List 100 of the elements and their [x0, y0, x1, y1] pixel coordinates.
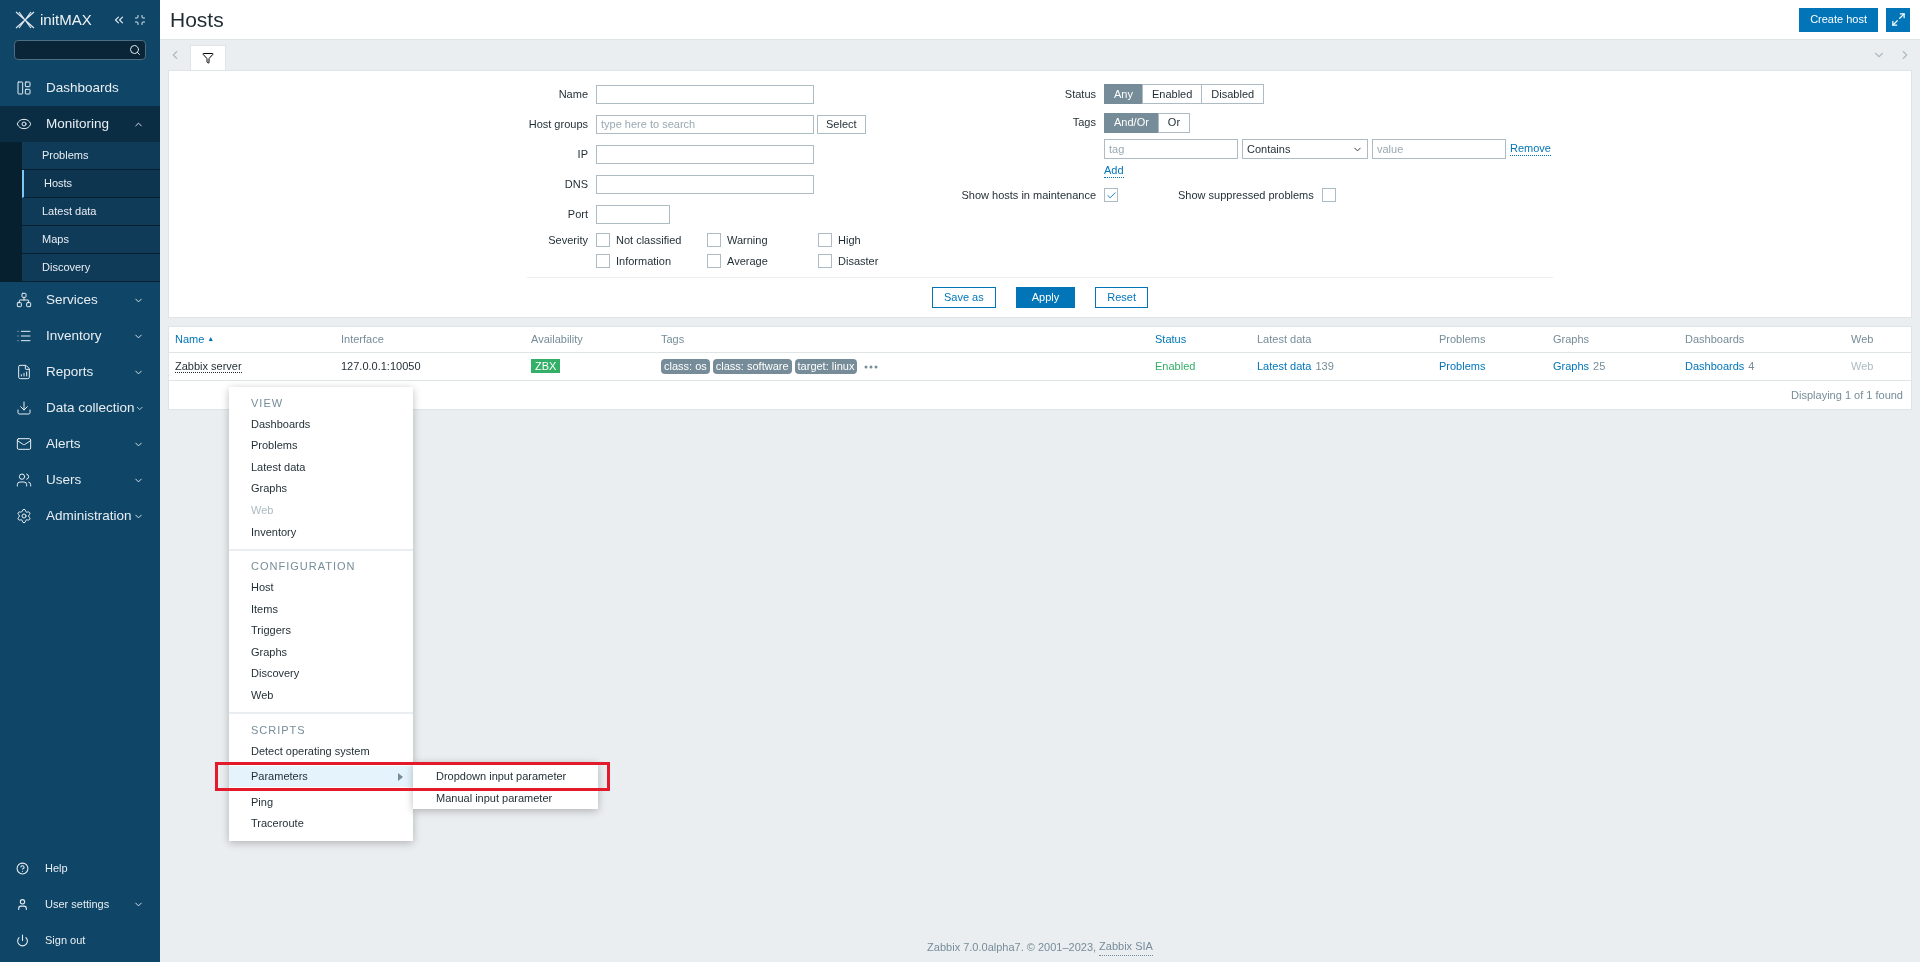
filter-icon	[202, 52, 214, 64]
dashboard-icon	[16, 80, 32, 96]
availability-badge: ZBX	[531, 359, 561, 374]
field-label: Tags	[1071, 115, 1097, 131]
user-icon	[16, 897, 29, 911]
submenu-item[interactable]: Discovery	[22, 254, 160, 282]
check-icon	[1105, 189, 1117, 201]
menu-item[interactable]: Parameters	[229, 765, 413, 788]
fullscreen-icon	[1890, 12, 1906, 27]
nav-item[interactable]: Monitoring	[0, 106, 160, 142]
checkbox[interactable]	[707, 233, 721, 248]
table-link[interactable]: Problems	[1439, 360, 1486, 373]
menu-item[interactable]: Host	[229, 576, 413, 599]
help-icon	[16, 861, 29, 875]
submenu-item[interactable]: Maps	[22, 226, 160, 254]
paging-text: Displaying 1 of 1 found	[1791, 387, 1903, 403]
filter-button[interactable]: Reset	[1095, 287, 1148, 308]
segment-button[interactable]: Disabled	[1201, 84, 1265, 104]
column-header: Problems	[1439, 332, 1486, 348]
nav-item[interactable]: Sign out	[0, 922, 160, 958]
checkbox[interactable]	[1104, 188, 1118, 202]
menu-item[interactable]: Discovery	[229, 662, 413, 685]
fullscreen-button[interactable]	[1886, 7, 1910, 32]
nav-item[interactable]: Services	[0, 282, 160, 318]
field-label: Name	[557, 86, 589, 102]
menu-item[interactable]: Latest data	[229, 456, 413, 478]
column-header: Graphs	[1553, 332, 1590, 348]
mail-icon	[16, 436, 32, 452]
tag-chip: class: software	[712, 359, 792, 374]
checkbox[interactable]	[818, 233, 832, 248]
column-header: Dashboards	[1685, 332, 1745, 348]
host-link[interactable]: Zabbix server	[175, 360, 242, 374]
input-field[interactable]	[596, 174, 814, 194]
menu-item[interactable]: Detect operating system	[229, 740, 413, 762]
input-field[interactable]	[596, 204, 670, 224]
input-field[interactable]	[596, 144, 814, 164]
segment-button[interactable]: Enabled	[1141, 84, 1203, 104]
condition-dropdown[interactable]: Contains	[1242, 139, 1368, 159]
nav-item[interactable]: Data collection	[0, 390, 160, 426]
column-header: Interface	[341, 332, 384, 348]
table-link[interactable]: Graphs	[1553, 358, 1590, 375]
menu-item[interactable]: Problems	[229, 434, 413, 457]
nav-item[interactable]: Administration	[0, 498, 160, 534]
column-header[interactable]: Status	[1155, 331, 1187, 348]
count-text: 25	[1593, 359, 1606, 375]
menu-item[interactable]: Traceroute	[229, 812, 413, 835]
input-field[interactable]	[596, 84, 814, 104]
kiosk-icon[interactable]	[134, 14, 146, 26]
download-icon	[16, 400, 32, 416]
nav-item[interactable]: Dashboards	[0, 70, 160, 106]
checkbox[interactable]	[818, 253, 832, 268]
menu-item[interactable]: Items	[229, 598, 413, 620]
menu-item[interactable]: Manual input parameter	[413, 787, 598, 809]
report-icon	[16, 364, 32, 380]
menu-item[interactable]: Graphs	[229, 641, 413, 663]
menu-item[interactable]: Graphs	[229, 477, 413, 500]
checkbox[interactable]	[596, 233, 610, 248]
count-text: 4	[1748, 359, 1755, 375]
remove-link[interactable]: Remove	[1510, 142, 1551, 156]
nav-item[interactable]: Help	[0, 850, 160, 886]
checkbox[interactable]	[707, 253, 721, 268]
settings-icon	[16, 508, 32, 524]
column-header: Latest data	[1257, 332, 1312, 348]
table-cell: 127.0.0.1:10050	[341, 360, 421, 373]
menu-item[interactable]: Ping	[229, 791, 413, 813]
field-label: Host groups	[527, 116, 589, 132]
nav-item[interactable]: Alerts	[0, 426, 160, 462]
create-host-button[interactable]: Create host	[1799, 7, 1878, 32]
select-button[interactable]: Select	[817, 114, 866, 134]
submenu-item[interactable]: Latest data	[22, 198, 160, 226]
filter-button[interactable]: Apply	[1015, 287, 1076, 308]
menu-item[interactable]: Web	[229, 684, 413, 707]
add-link[interactable]: Add	[1104, 164, 1124, 178]
checkbox[interactable]	[1321, 188, 1336, 202]
nav-item[interactable]: Inventory	[0, 318, 160, 354]
filter-tab[interactable]	[190, 45, 226, 70]
search-icon	[129, 44, 141, 56]
nav-item[interactable]: User settings	[0, 886, 160, 922]
column-header[interactable]: Name	[175, 331, 205, 348]
table-link[interactable]: Dashboards	[1685, 358, 1745, 375]
table-link[interactable]: Latest data	[1257, 358, 1312, 375]
column-header: Tags	[661, 332, 685, 348]
menu-item[interactable]: Inventory	[229, 520, 413, 543]
checkbox[interactable]	[596, 253, 610, 268]
nav-item[interactable]: Reports	[0, 354, 160, 390]
collapse-icon[interactable]	[112, 13, 126, 27]
power-icon	[16, 933, 29, 947]
segment-button[interactable]: Or	[1157, 112, 1191, 133]
nav-item[interactable]: Users	[0, 462, 160, 498]
menu-section-title: SCRIPTS	[250, 722, 307, 738]
field-label: Port	[566, 206, 589, 222]
submenu-item[interactable]: Problems	[22, 142, 160, 170]
menu-item[interactable]: Triggers	[229, 619, 413, 642]
menu-item[interactable]: Dashboards	[229, 413, 413, 435]
more-icon[interactable]	[864, 364, 879, 369]
search-field[interactable]	[14, 40, 146, 60]
menu-item[interactable]: Dropdown input parameter	[413, 765, 598, 788]
filter-button[interactable]: Save as	[932, 287, 996, 308]
list-icon	[16, 328, 32, 344]
submenu-item[interactable]: Hosts	[22, 170, 160, 198]
